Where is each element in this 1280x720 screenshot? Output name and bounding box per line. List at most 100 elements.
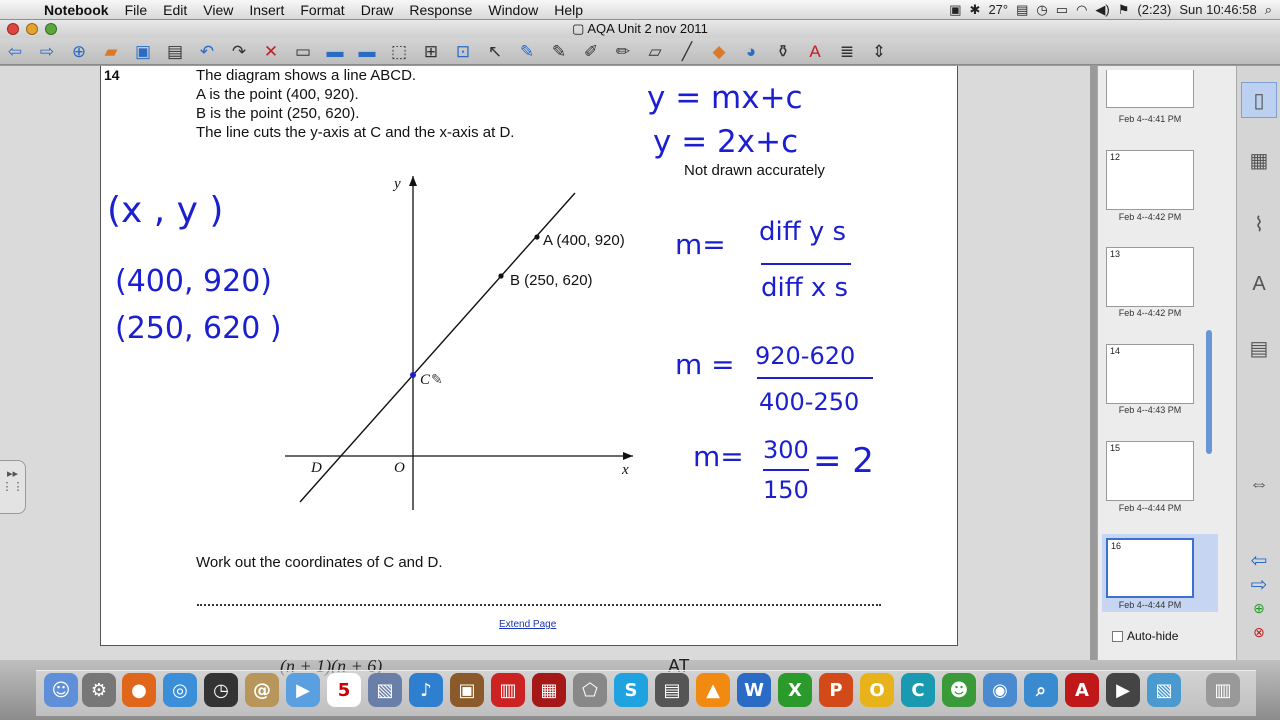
magic-pen-icon[interactable]: ✎ <box>514 40 540 62</box>
final-cut-icon[interactable]: ▶ <box>1106 673 1140 707</box>
vlc-icon[interactable]: ▲ <box>696 673 730 707</box>
highlighter-icon[interactable]: ✏ <box>610 40 636 62</box>
menu-edit[interactable]: Edit <box>155 2 195 18</box>
page-thumbnail-selected[interactable]: 16 <box>1106 538 1194 598</box>
bluetooth-icon[interactable]: ✱ <box>970 2 981 18</box>
volume-icon[interactable]: ◀) <box>1095 2 1109 18</box>
attachments-tab-icon[interactable]: ⌇ <box>1241 206 1277 242</box>
insert-icon[interactable]: ⊡ <box>450 40 476 62</box>
previous-page-icon[interactable]: ⇦ <box>2 40 28 62</box>
time-machine-icon[interactable]: ◷ <box>1036 2 1047 18</box>
menu-file[interactable]: File <box>117 2 156 18</box>
full-screen-icon[interactable]: ▬ <box>322 40 348 62</box>
move-panel-icon[interactable]: ⇔ <box>1241 466 1277 502</box>
pen-icon[interactable]: ✎ <box>546 40 572 62</box>
firefox-icon[interactable]: ● <box>122 673 156 707</box>
system-preferences-icon[interactable]: ⚙ <box>82 673 116 707</box>
properties-tab-icon[interactable]: A <box>1241 266 1277 302</box>
facetime-icon[interactable]: ▶ <box>286 673 320 707</box>
messenger-icon[interactable]: ☻ <box>942 673 976 707</box>
notes-icon[interactable]: ▤ <box>1016 2 1028 18</box>
utility-icon[interactable]: ▤ <box>655 673 689 707</box>
download-icon[interactable]: ◉ <box>983 673 1017 707</box>
communicator-icon[interactable]: C <box>901 673 935 707</box>
page-thumbnail[interactable]: 13 <box>1106 247 1194 307</box>
undo-icon[interactable]: ↶ <box>194 40 220 62</box>
outlook-icon[interactable]: O <box>860 673 894 707</box>
page-thumbnail[interactable] <box>1106 70 1194 108</box>
word-icon[interactable]: W <box>737 673 771 707</box>
temperature-readout[interactable]: 27° <box>988 2 1008 17</box>
delete-icon[interactable]: ✕ <box>258 40 284 62</box>
menu-insert[interactable]: Insert <box>241 2 292 18</box>
close-window-button[interactable] <box>7 23 19 35</box>
move-toolbar-icon[interactable]: ⇕ <box>866 40 892 62</box>
fill-icon[interactable]: ◕ <box>738 40 764 62</box>
eraser-icon[interactable]: ▱ <box>642 40 668 62</box>
movie-app-icon[interactable]: ▦ <box>532 673 566 707</box>
line-icon[interactable]: ╱ <box>674 40 700 62</box>
ical-icon[interactable]: 5 <box>327 673 361 707</box>
screen-shade-icon[interactable]: ▭ <box>290 40 316 62</box>
page-sorter-tab-icon[interactable]: ▯ <box>1241 82 1277 118</box>
save-icon[interactable]: ▣ <box>130 40 156 62</box>
minimize-window-button[interactable] <box>26 23 38 35</box>
fill-bucket-icon[interactable]: ⚱ <box>770 40 796 62</box>
zoom-window-button[interactable] <box>45 23 57 35</box>
chair-app-icon[interactable]: ▥ <box>491 673 525 707</box>
address-book-icon[interactable]: @ <box>245 673 279 707</box>
text-icon[interactable]: A <box>802 40 828 62</box>
checkbox-box[interactable] <box>1112 630 1123 642</box>
acrobat-icon[interactable]: A <box>1065 673 1099 707</box>
auto-hide-checkbox[interactable]: Auto-hide <box>1112 629 1178 643</box>
add-page-icon[interactable]: ⊕ <box>66 40 92 62</box>
menu-response[interactable]: Response <box>401 2 480 18</box>
skype-icon[interactable]: S <box>614 673 648 707</box>
safari-icon[interactable]: ◎ <box>163 673 197 707</box>
gallery-tab-icon[interactable]: ▦ <box>1241 142 1277 178</box>
properties-icon[interactable]: ≣ <box>834 40 860 62</box>
table-icon[interactable]: ⊞ <box>418 40 444 62</box>
notebook-page[interactable]: 14 The diagram shows a line ABCD. A is t… <box>100 66 958 646</box>
search-app-icon[interactable]: ⌕ <box>1024 673 1058 707</box>
spotlight-icon[interactable]: ⌕ <box>1265 2 1272 18</box>
notebook-canvas[interactable]: 14 The diagram shows a line ABCD. A is t… <box>0 66 1090 660</box>
menu-draw[interactable]: Draw <box>353 2 402 18</box>
menu-format[interactable]: Format <box>292 2 352 18</box>
flag-icon[interactable]: ⚑ <box>1118 2 1130 18</box>
shapes-icon[interactable]: ◆ <box>706 40 732 62</box>
menu-window[interactable]: Window <box>480 2 546 18</box>
select-arrow-icon[interactable]: ↖ <box>482 40 508 62</box>
redo-icon[interactable]: ↷ <box>226 40 252 62</box>
page-thumbnail[interactable]: 15 <box>1106 441 1194 501</box>
addons-tab-icon[interactable]: ▤ <box>1241 330 1277 366</box>
display-icon[interactable]: ▭ <box>1056 2 1068 18</box>
photo-booth-icon[interactable]: ▣ <box>450 673 484 707</box>
wifi-icon[interactable]: ◠ <box>1076 2 1087 18</box>
powerpoint-icon[interactable]: P <box>819 673 853 707</box>
camera-icon[interactable]: ▣ <box>949 2 961 18</box>
page-thumbnail[interactable]: 12 <box>1106 150 1194 210</box>
iphoto-icon[interactable]: ▧ <box>368 673 402 707</box>
open-file-icon[interactable]: ▰ <box>98 40 124 62</box>
excel-icon[interactable]: X <box>778 673 812 707</box>
clock-app-icon[interactable]: ◷ <box>204 673 238 707</box>
sorter-scrollbar-thumb[interactable] <box>1206 330 1212 454</box>
menu-help[interactable]: Help <box>546 2 591 18</box>
menu-view[interactable]: View <box>195 2 241 18</box>
floating-tools-tab[interactable]: ▸▸ ⋮⋮ <box>0 460 26 514</box>
dual-display-icon[interactable]: ▬ <box>354 40 380 62</box>
finder-icon[interactable]: ☺ <box>44 673 78 707</box>
itunes-icon[interactable]: ♪ <box>409 673 443 707</box>
document-stack-icon[interactable]: ▧ <box>1147 673 1181 707</box>
menu-app-notebook[interactable]: Notebook <box>40 2 117 18</box>
creative-pen-icon[interactable]: ✐ <box>578 40 604 62</box>
page-thumbnail[interactable]: 14 <box>1106 344 1194 404</box>
trash-icon[interactable]: ▥ <box>1206 673 1240 707</box>
clock[interactable]: Sun 10:46:58 <box>1179 2 1256 17</box>
delete-page-icon[interactable]: ⊗ <box>1241 614 1277 650</box>
battery-readout[interactable]: (2:23) <box>1137 2 1171 17</box>
screen-capture-icon[interactable]: ⬚ <box>386 40 412 62</box>
pentagon-app-icon[interactable]: ⬠ <box>573 673 607 707</box>
paste-icon[interactable]: ▤ <box>162 40 188 62</box>
